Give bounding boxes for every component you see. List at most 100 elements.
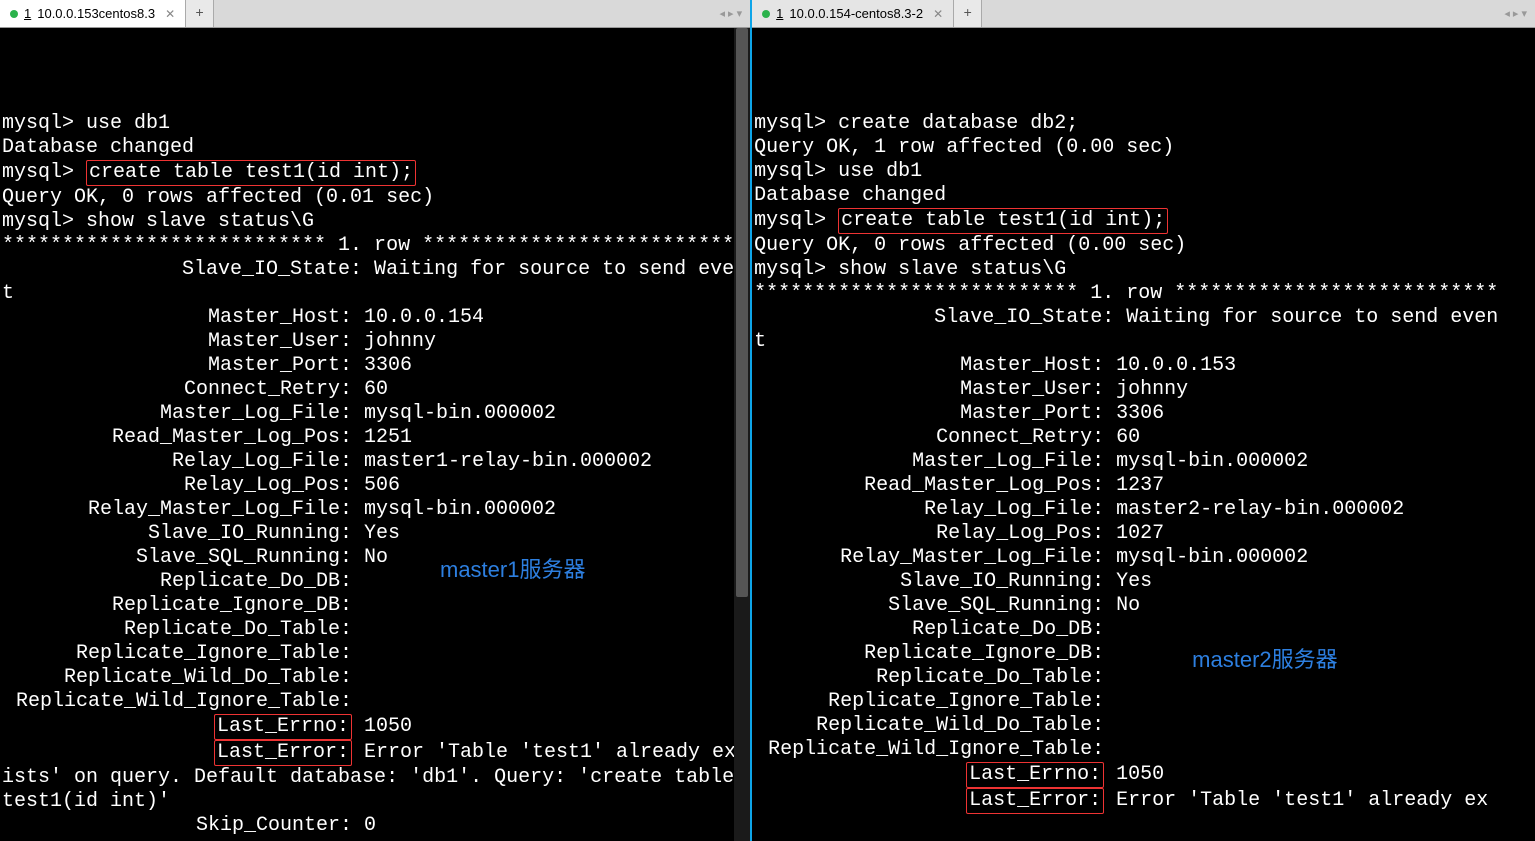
tab-title: 10.0.0.153centos8.3 xyxy=(37,6,155,21)
status-value: 1050 xyxy=(1104,763,1164,786)
left-scrollbar[interactable] xyxy=(734,28,750,841)
status-key: Relay_Master_Log_File: xyxy=(2,498,352,522)
status-row: Slave_IO_Running: Yes xyxy=(754,570,1533,594)
status-row: Replicate_Ignore_DB: xyxy=(754,642,1533,666)
status-value: 1237 xyxy=(1104,474,1164,497)
status-row: Relay_Log_Pos: 1027 xyxy=(754,522,1533,546)
left-terminal[interactable]: mysql> use db1Database changedmysql> cre… xyxy=(0,28,750,841)
status-value: 0 xyxy=(352,814,376,837)
right-annotation: master2服务器 xyxy=(1192,648,1337,672)
terminal-line: mysql> show slave status\G xyxy=(754,258,1533,282)
status-key: Relay_Master_Log_File: xyxy=(754,546,1104,570)
terminal-line: mysql> create database db2; xyxy=(754,112,1533,136)
status-row: Slave_IO_Running: Yes xyxy=(2,522,748,546)
status-value: mysql-bin.000002 xyxy=(1104,450,1308,473)
highlighted-error-key: Last_Error: xyxy=(214,740,352,766)
terminal-line: Slave_IO_State: Waiting for source to se… xyxy=(754,306,1533,330)
status-key: Master_User: xyxy=(754,378,1104,402)
status-key: Master_Port: xyxy=(2,354,352,378)
left-tab-active[interactable]: 1 10.0.0.153centos8.3 ✕ xyxy=(0,0,186,27)
status-row: Replicate_Wild_Ignore_Table: xyxy=(754,738,1533,762)
status-key: Replicate_Do_Table: xyxy=(754,666,1104,690)
terminal-line: test1(id int)' xyxy=(2,790,748,814)
status-value: master2-relay-bin.000002 xyxy=(1104,498,1404,521)
status-value: johnny xyxy=(1104,378,1188,401)
status-key: Master_Log_File: xyxy=(2,402,352,426)
status-row: Replicate_Do_DB: xyxy=(2,570,748,594)
status-key: Master_Log_File: xyxy=(754,450,1104,474)
status-value: Error 'Table 'test1' already ex xyxy=(1104,789,1488,812)
terminal-line: mysql> create table test1(id int); xyxy=(2,160,748,186)
status-row: Relay_Master_Log_File: mysql-bin.000002 xyxy=(2,498,748,522)
status-row: Connect_Retry: 60 xyxy=(2,378,748,402)
terminal-line: mysql> show slave status\G xyxy=(2,210,748,234)
status-row: Relay_Log_File: master1-relay-bin.000002 xyxy=(2,450,748,474)
status-row: Replicate_Wild_Ignore_Table: xyxy=(2,690,748,714)
status-dot-icon xyxy=(10,10,18,18)
highlighted-errno-key: Last_Errno: xyxy=(966,762,1104,788)
status-row: Replicate_Do_Table: xyxy=(2,618,748,642)
status-row: Skip_Counter: 0 xyxy=(2,814,748,838)
status-row: Master_Log_File: mysql-bin.000002 xyxy=(2,402,748,426)
terminal-line: Database changed xyxy=(754,184,1533,208)
status-key: Master_Port: xyxy=(754,402,1104,426)
last-errno-row: Last_Errno: 1050 xyxy=(2,714,748,740)
status-key: Slave_IO_Running: xyxy=(754,570,1104,594)
last-errno-row: Last_Errno: 1050 xyxy=(754,762,1533,788)
status-value: Yes xyxy=(1104,570,1152,593)
status-row: Replicate_Do_DB: xyxy=(754,618,1533,642)
tab-nav-arrows[interactable]: ◂ ▸ ▾ xyxy=(711,0,750,27)
new-tab-button[interactable]: + xyxy=(186,0,214,27)
close-icon[interactable]: ✕ xyxy=(165,7,175,21)
status-key: Relay_Log_File: xyxy=(2,450,352,474)
status-key: Read_Master_Log_Pos: xyxy=(2,426,352,450)
status-value: 3306 xyxy=(352,354,412,377)
status-row: Read_Master_Log_Pos: 1237 xyxy=(754,474,1533,498)
status-value: master1-relay-bin.000002 xyxy=(352,450,652,473)
tab-index: 1 xyxy=(776,6,783,21)
status-row: Replicate_Do_Table: xyxy=(754,666,1533,690)
status-key: Connect_Retry: xyxy=(2,378,352,402)
terminal-line: ists' on query. Default database: 'db1'.… xyxy=(2,766,748,790)
terminal-line: Query OK, 0 rows affected (0.00 sec) xyxy=(754,234,1533,258)
status-row: Read_Master_Log_Pos: 1251 xyxy=(2,426,748,450)
status-key: Read_Master_Log_Pos: xyxy=(754,474,1104,498)
status-key: Replicate_Ignore_DB: xyxy=(2,594,352,618)
status-value: 10.0.0.153 xyxy=(1104,354,1236,377)
right-tab[interactable]: 1 10.0.0.154-centos8.3-2 ✕ xyxy=(752,0,954,27)
status-value: 60 xyxy=(1104,426,1140,449)
status-value: No xyxy=(352,546,388,569)
right-terminal-pane: 1 10.0.0.154-centos8.3-2 ✕ + ◂ ▸ ▾ mysql… xyxy=(752,0,1535,841)
status-key: Master_Host: xyxy=(2,306,352,330)
terminal-line: mysql> use db1 xyxy=(2,112,748,136)
status-key: Replicate_Wild_Ignore_Table: xyxy=(754,738,1104,762)
status-key: Replicate_Wild_Do_Table: xyxy=(2,666,352,690)
status-key: Replicate_Ignore_DB: xyxy=(754,642,1104,666)
status-row: Master_Log_File: mysql-bin.000002 xyxy=(754,450,1533,474)
status-row: Replicate_Ignore_DB: xyxy=(2,594,748,618)
status-row: Master_Port: 3306 xyxy=(2,354,748,378)
status-row: Relay_Master_Log_File: mysql-bin.000002 xyxy=(754,546,1533,570)
right-terminal[interactable]: mysql> create database db2;Query OK, 1 r… xyxy=(752,28,1535,841)
status-key: Relay_Log_Pos: xyxy=(754,522,1104,546)
terminal-line: t xyxy=(2,282,748,306)
status-row: Master_User: johnny xyxy=(754,378,1533,402)
scrollbar-thumb[interactable] xyxy=(736,28,748,597)
status-key: Skip_Counter: xyxy=(2,814,352,838)
status-row: Relay_Log_Pos: 506 xyxy=(2,474,748,498)
terminal-line: mysql> create table test1(id int); xyxy=(754,208,1533,234)
tab-index: 1 xyxy=(24,6,31,21)
status-row: Master_User: johnny xyxy=(2,330,748,354)
new-tab-button[interactable]: + xyxy=(954,0,982,27)
status-key: Relay_Log_Pos: xyxy=(2,474,352,498)
terminal-line: t xyxy=(754,330,1533,354)
status-value: johnny xyxy=(352,330,436,353)
status-row: Replicate_Ignore_Table: xyxy=(754,690,1533,714)
status-key: Replicate_Ignore_Table: xyxy=(2,642,352,666)
highlighted-error-key: Last_Error: xyxy=(966,788,1104,814)
close-icon[interactable]: ✕ xyxy=(933,7,943,21)
status-key: Slave_SQL_Running: xyxy=(2,546,352,570)
terminal-line: Query OK, 1 row affected (0.00 sec) xyxy=(754,136,1533,160)
tab-nav-arrows[interactable]: ◂ ▸ ▾ xyxy=(1496,0,1535,27)
status-row: Slave_SQL_Running: No xyxy=(754,594,1533,618)
